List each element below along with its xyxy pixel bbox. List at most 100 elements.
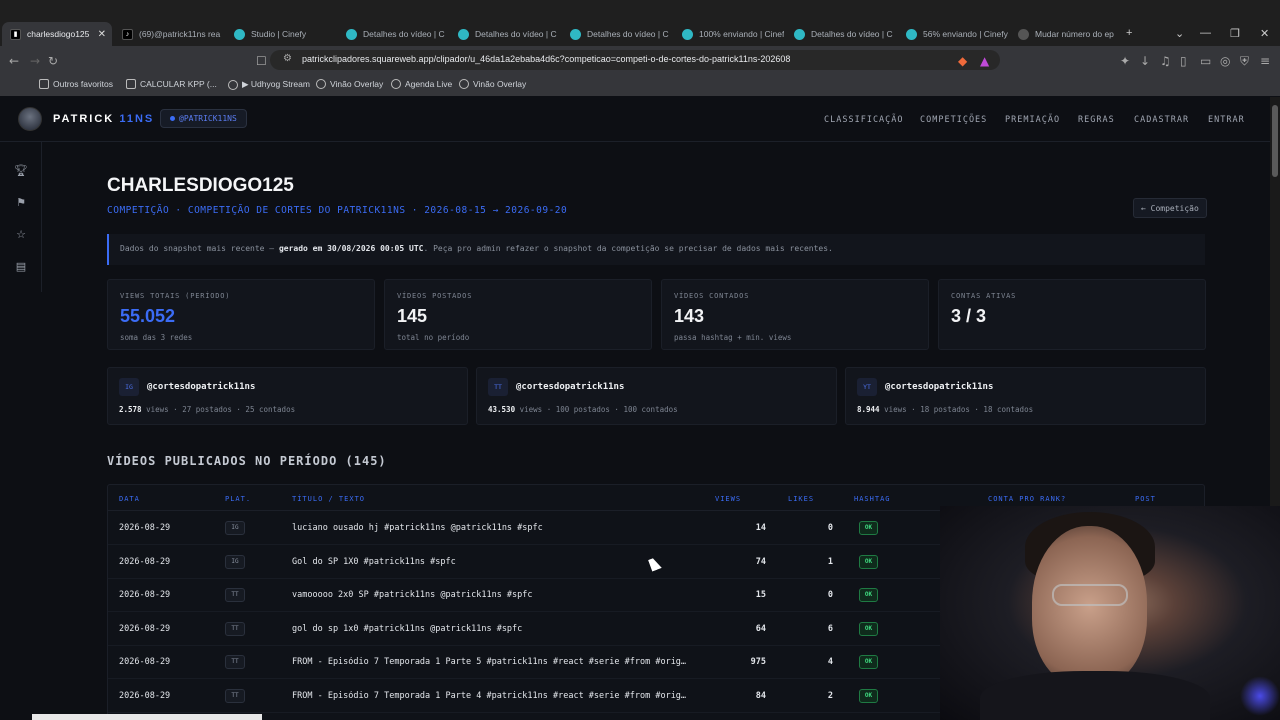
tab[interactable]: Detalhes do vídeo | C [562, 22, 672, 46]
taskbar-edge [32, 714, 262, 720]
breadcrumb[interactable]: COMPETIÇÃO · COMPETIÇÃO DE CORTES DO PAT… [107, 205, 567, 216]
bookmark-item[interactable]: ▶ Udhyog Stream [228, 79, 310, 90]
avatar[interactable] [18, 107, 42, 131]
scrollbar-thumb[interactable] [1272, 105, 1278, 177]
account-name: @cortesdopatrick11ns [516, 382, 625, 392]
media-icon[interactable]: ♫ [1160, 54, 1171, 68]
cell-title: gol do sp 1x0 #patrick11ns @patrick11ns … [292, 623, 523, 634]
document-icon[interactable]: ▤ [14, 260, 28, 274]
cinefy-icon [794, 28, 805, 40]
tab[interactable]: 100% enviando | Cinef [674, 22, 784, 46]
brave-shield-icon[interactable]: ◆ [958, 54, 967, 68]
tab-title: Detalhes do vídeo | C [587, 29, 669, 39]
profile-icon[interactable]: ◎ [1220, 54, 1230, 68]
tab[interactable]: ♪ (69)@patrick11ns rea [114, 22, 224, 46]
nav-regras[interactable]: REGRAS [1078, 115, 1115, 125]
column-header[interactable]: HASHTAG [854, 495, 891, 503]
webcam-person-face [1032, 526, 1147, 686]
webcam-overlay [940, 506, 1280, 720]
star-icon[interactable]: ☆ [14, 228, 28, 242]
site-logo[interactable]: PATRICK 11NS [53, 113, 154, 125]
tab[interactable]: Mudar número do ep [1010, 22, 1120, 46]
bookmark-item[interactable]: Outros favoritos [39, 79, 113, 89]
nav-cadastrar[interactable]: CADASTRAR [1134, 115, 1189, 125]
sidebar-icon[interactable]: ▯ [1180, 54, 1187, 68]
close-window-icon[interactable]: ✕ [1260, 27, 1269, 40]
cinefy-icon [458, 28, 469, 40]
column-header[interactable]: POST [1135, 495, 1156, 503]
platform-badge: TT [225, 688, 245, 703]
bookmark-label: ▶ Udhyog Stream [242, 79, 310, 89]
nav-entrar[interactable]: ENTRAR [1208, 115, 1245, 125]
globe-icon [459, 79, 469, 89]
notice-suffix: . Peça pro admin refazer o snapshot da c… [423, 244, 833, 253]
platform-badge: TT [225, 588, 245, 602]
cinefy-icon [234, 28, 245, 40]
browser-tab-bar: ▮ charlesdiogo125 ✕ ♪ (69)@patrick11ns r… [0, 0, 1280, 46]
stat-card-videos-counted: VÍDEOS CONTADOS 143 passa hashtag + min.… [661, 279, 929, 350]
cell-date: 2026-08-29 [119, 556, 171, 567]
stat-card-videos-posted: VÍDEOS POSTADOS 145 total no período [384, 279, 652, 350]
cell-title: vamooooo 2x0 SP #patrick11ns @patrick11n… [292, 590, 533, 600]
forward-icon[interactable]: → [30, 54, 40, 68]
column-header[interactable]: PLAT. [225, 495, 251, 503]
bookmark-item[interactable]: Agenda Live [391, 79, 452, 89]
wallet-icon[interactable]: ▭ [1200, 54, 1211, 68]
brave-rewards-icon[interactable]: ▲ [980, 54, 989, 68]
column-header[interactable]: CONTA PRO RANK? [988, 495, 1066, 503]
bookmark-item[interactable]: CALCULAR KPP (... [126, 79, 217, 89]
vpn-icon[interactable]: ⛨ [1240, 54, 1249, 69]
back-icon[interactable]: ← [9, 54, 19, 68]
cell-views: 64 [755, 623, 766, 634]
site-header: PATRICK 11NS @PATRICK11NS CLASSIFICAÇÃO … [0, 97, 1270, 142]
tab[interactable]: Detalhes do vídeo | C [450, 22, 560, 46]
bookmark-item[interactable]: Vinão Overlay [316, 79, 383, 89]
tab-search-icon[interactable]: ⌄ [1175, 27, 1184, 40]
handle-pill[interactable]: @PATRICK11NS [160, 109, 247, 128]
tab-title: 100% enviando | Cinef [699, 29, 784, 39]
bookmark-item[interactable]: Vinão Overlay [459, 79, 526, 89]
tab-title: Detalhes do vídeo | C [363, 29, 445, 39]
platform-badge: TT [225, 621, 245, 636]
snapshot-notice: Dados do snapshot mais recente — gerado … [107, 234, 1205, 265]
tab[interactable]: 56% enviando | Cinefy [898, 22, 1008, 46]
column-header[interactable]: DATA [119, 495, 140, 503]
nav-classificacao[interactable]: CLASSIFICAÇÃO [824, 115, 904, 125]
menu-icon[interactable]: ≡ [1260, 54, 1270, 68]
new-tab-icon[interactable]: + [1126, 27, 1132, 39]
platform-badge: TT [488, 378, 508, 396]
stat-card-total-views: VIEWS TOTAIS (PERÍODO) 55.052 soma das 3… [107, 279, 375, 350]
flag-icon[interactable]: ⚑ [14, 196, 28, 210]
account-card-youtube[interactable]: YT @cortesdopatrick11ns 8.944 views · 18… [845, 367, 1206, 425]
tab[interactable]: Studio | Cinefy [226, 22, 336, 46]
extensions-icon[interactable]: ✦ [1120, 54, 1130, 68]
download-icon[interactable]: ↓ [1140, 54, 1150, 68]
cell-likes: 1 [827, 556, 833, 567]
brand-accent: 11NS [119, 113, 155, 125]
restore-icon[interactable]: ❐ [1230, 27, 1240, 40]
hashtag-ok-badge: OK [859, 521, 878, 535]
tab[interactable]: Detalhes do vídeo | C [786, 22, 896, 46]
tab-active[interactable]: ▮ charlesdiogo125 ✕ [2, 22, 112, 46]
bookmark-icon[interactable]: ☐ [256, 54, 267, 68]
minimize-icon[interactable]: — [1200, 27, 1211, 39]
cell-date: 2026-08-29 [119, 523, 171, 533]
webcam-light [1240, 676, 1280, 716]
tab[interactable]: Detalhes do vídeo | C [338, 22, 448, 46]
tab-title: charlesdiogo125 [27, 29, 90, 39]
back-to-competition-button[interactable]: ← Competição [1133, 198, 1207, 218]
close-icon[interactable]: ✕ [98, 29, 106, 40]
account-card-instagram[interactable]: IG @cortesdopatrick11ns 2.578 views · 27… [107, 367, 468, 425]
nav-premiacao[interactable]: PREMIAÇÃO [1005, 115, 1060, 125]
site-info-icon[interactable]: ⚙ [283, 53, 292, 64]
trophy-icon[interactable]: 🏆︎ [14, 164, 28, 178]
stat-sub: passa hashtag + min. views [674, 333, 792, 342]
column-header[interactable]: VIEWS [715, 495, 741, 503]
account-card-tiktok[interactable]: TT @cortesdopatrick11ns 43.530 views · 1… [476, 367, 837, 425]
hashtag-ok-badge: OK [859, 688, 878, 703]
nav-competicoes[interactable]: COMPETIÇÕES [920, 115, 987, 125]
column-header[interactable]: LIKES [788, 495, 814, 503]
column-header[interactable]: TÍTULO / TEXTO [292, 495, 365, 503]
reload-icon[interactable]: ↻ [48, 54, 58, 68]
url-input[interactable]: patrickclipadores.squareweb.app/clipador… [270, 50, 1000, 70]
